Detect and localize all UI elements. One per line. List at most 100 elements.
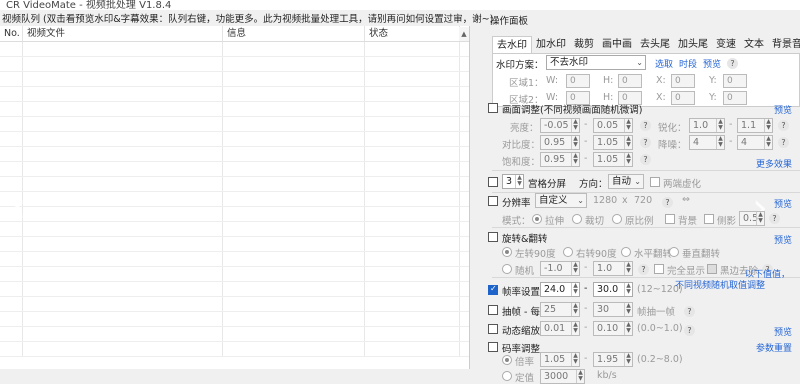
spin-arrows-icon[interactable]: ▲ ▼ bbox=[515, 175, 523, 188]
table-row[interactable] bbox=[0, 312, 469, 327]
tab-crop[interactable]: 裁剪 bbox=[570, 36, 598, 53]
table-row[interactable] bbox=[0, 177, 469, 192]
spin-arrows-icon[interactable]: ▲ ▼ bbox=[624, 136, 632, 149]
resolution-preview-link[interactable]: 预览 bbox=[774, 197, 792, 210]
tab-speed[interactable]: 变速 bbox=[712, 36, 740, 53]
tab-trim[interactable]: 去头尾 bbox=[636, 36, 674, 53]
direction-select[interactable]: 自动 ⌄ bbox=[608, 174, 644, 189]
spin-arrows-icon[interactable]: ▲ ▼ bbox=[716, 119, 724, 132]
swap-icon[interactable]: ⇔ bbox=[682, 194, 690, 205]
spin-arrows-icon[interactable]: ▲ ▼ bbox=[571, 262, 579, 275]
table-row[interactable] bbox=[0, 162, 469, 177]
spin-arrows-icon[interactable]: ▲ ▼ bbox=[756, 212, 764, 225]
help-icon[interactable]: ? bbox=[640, 120, 651, 131]
fps-max[interactable]: 30.0 ▲ ▼ bbox=[593, 282, 633, 297]
tab-add-intro[interactable]: 加头尾 bbox=[674, 36, 712, 53]
help-icon[interactable]: ? bbox=[684, 325, 695, 336]
table-row[interactable] bbox=[0, 42, 469, 57]
spin-arrows-icon[interactable]: ▲ ▼ bbox=[571, 136, 579, 149]
tab-bgm[interactable]: 背景音 bbox=[768, 36, 800, 53]
help-icon[interactable]: ? bbox=[640, 137, 651, 148]
area2-y-field[interactable]: 0 bbox=[723, 91, 747, 105]
grid-count[interactable]: 3 ▲ ▼ bbox=[502, 174, 524, 189]
side-value-spin[interactable]: 0.5 ▲ ▼ bbox=[739, 211, 765, 226]
col-status[interactable]: 状态 bbox=[365, 26, 460, 41]
help-icon[interactable]: ? bbox=[662, 197, 673, 208]
mode-crop-radio[interactable] bbox=[572, 214, 582, 224]
tab-add-watermark[interactable]: 加水印 bbox=[532, 36, 570, 53]
spin-arrows-icon[interactable]: ▲ ▼ bbox=[624, 262, 632, 275]
spin-arrows-icon[interactable]: ▲ ▼ bbox=[576, 370, 584, 383]
tab-remove-watermark[interactable]: 去水印 bbox=[492, 36, 532, 53]
spin-arrows-icon[interactable]: ▲ ▼ bbox=[571, 303, 579, 316]
black-remove-checkbox[interactable] bbox=[707, 264, 717, 274]
extract-min[interactable]: 25 ▲ ▼ bbox=[540, 302, 580, 317]
table-row[interactable] bbox=[0, 222, 469, 237]
fixed-radio[interactable] bbox=[502, 371, 512, 381]
table-row[interactable] bbox=[0, 57, 469, 72]
area1-w-field[interactable]: 0 bbox=[566, 74, 590, 88]
bitrate-checkbox[interactable] bbox=[488, 342, 498, 352]
resolution-select[interactable]: 自定义 ⌄ bbox=[535, 193, 587, 208]
times-radio[interactable] bbox=[502, 355, 512, 365]
col-file[interactable]: 视频文件 bbox=[23, 26, 223, 41]
contrast-max[interactable]: 1.05 ▲ ▼ bbox=[593, 135, 633, 150]
fixed-value-spin[interactable]: 3000 ▲ ▼ bbox=[540, 369, 585, 384]
spin-arrows-icon[interactable]: ▲ ▼ bbox=[571, 353, 579, 366]
brightness-min[interactable]: -0.05 ▲ ▼ bbox=[540, 118, 580, 133]
video-queue-table[interactable]: No. 视频文件 信息 状态 bbox=[0, 26, 470, 369]
help-icon[interactable]: ? bbox=[778, 137, 789, 148]
table-row[interactable] bbox=[0, 327, 469, 342]
grid-checkbox[interactable] bbox=[488, 177, 498, 187]
more-effects-link[interactable]: 更多效果 bbox=[756, 157, 792, 170]
col-no[interactable]: No. bbox=[0, 26, 23, 41]
extract-max[interactable]: 30 ▲ ▼ bbox=[593, 302, 633, 317]
area2-x-field[interactable]: 0 bbox=[671, 91, 695, 105]
prev-arrow-icon[interactable]: ‹ bbox=[10, 185, 26, 231]
brightness-max[interactable]: 0.05 ▲ ▼ bbox=[593, 118, 633, 133]
table-row[interactable] bbox=[0, 117, 469, 132]
zoom-min[interactable]: 0.01 ▲ ▼ bbox=[540, 321, 580, 336]
spin-arrows-icon[interactable]: ▲ ▼ bbox=[624, 303, 632, 316]
flip-h-radio[interactable] bbox=[621, 247, 631, 257]
zoom-max[interactable]: 0.10 ▲ ▼ bbox=[593, 321, 633, 336]
saturation-min[interactable]: 0.95 ▲ ▼ bbox=[540, 152, 580, 167]
random-max[interactable]: 1.0 ▲ ▼ bbox=[593, 261, 633, 276]
zoom-checkbox[interactable] bbox=[488, 324, 498, 334]
spin-arrows-icon[interactable]: ▲ ▼ bbox=[571, 119, 579, 132]
spin-arrows-icon[interactable]: ▲ ▼ bbox=[764, 136, 772, 149]
resolution-checkbox[interactable] bbox=[488, 196, 498, 206]
table-row[interactable] bbox=[0, 282, 469, 297]
zoom-preview-link[interactable]: 预览 bbox=[774, 325, 792, 338]
tab-pip[interactable]: 画中画 bbox=[598, 36, 636, 53]
denoise-max[interactable]: 4 ▲ ▼ bbox=[737, 135, 773, 150]
help-icon[interactable]: ? bbox=[778, 120, 789, 131]
table-row[interactable] bbox=[0, 192, 469, 207]
table-row[interactable] bbox=[0, 237, 469, 252]
spin-arrows-icon[interactable]: ▲ ▼ bbox=[716, 136, 724, 149]
rotate-preview-link[interactable]: 预览 bbox=[774, 233, 792, 246]
denoise-min[interactable]: 4 ▲ ▼ bbox=[689, 135, 725, 150]
area1-x-field[interactable]: 0 bbox=[671, 74, 695, 88]
picture-preview-link[interactable]: 预览 bbox=[774, 103, 792, 116]
table-row[interactable] bbox=[0, 102, 469, 117]
link-select[interactable]: 选取 bbox=[655, 57, 673, 70]
help-icon[interactable]: ? bbox=[638, 264, 649, 275]
spin-arrows-icon[interactable]: ▲ ▼ bbox=[624, 119, 632, 132]
table-row[interactable] bbox=[0, 267, 469, 282]
link-period[interactable]: 时段 bbox=[679, 57, 697, 70]
reset-params-link[interactable]: 参数重置 bbox=[756, 341, 792, 354]
blur-checkbox[interactable] bbox=[650, 177, 660, 187]
table-row[interactable] bbox=[0, 132, 469, 147]
saturation-max[interactable]: 1.05 ▲ ▼ bbox=[593, 152, 633, 167]
picture-adjust-checkbox[interactable] bbox=[488, 103, 498, 113]
table-row[interactable] bbox=[0, 297, 469, 312]
table-row[interactable] bbox=[0, 87, 469, 102]
area1-y-field[interactable]: 0 bbox=[723, 74, 747, 88]
mode-ratio-radio[interactable] bbox=[612, 214, 622, 224]
side-checkbox[interactable] bbox=[704, 214, 714, 224]
help-icon[interactable]: ? bbox=[727, 58, 738, 69]
random-radio[interactable] bbox=[502, 264, 512, 274]
rotate-left-radio[interactable] bbox=[502, 247, 512, 257]
spin-arrows-icon[interactable]: ▲ ▼ bbox=[571, 322, 579, 335]
